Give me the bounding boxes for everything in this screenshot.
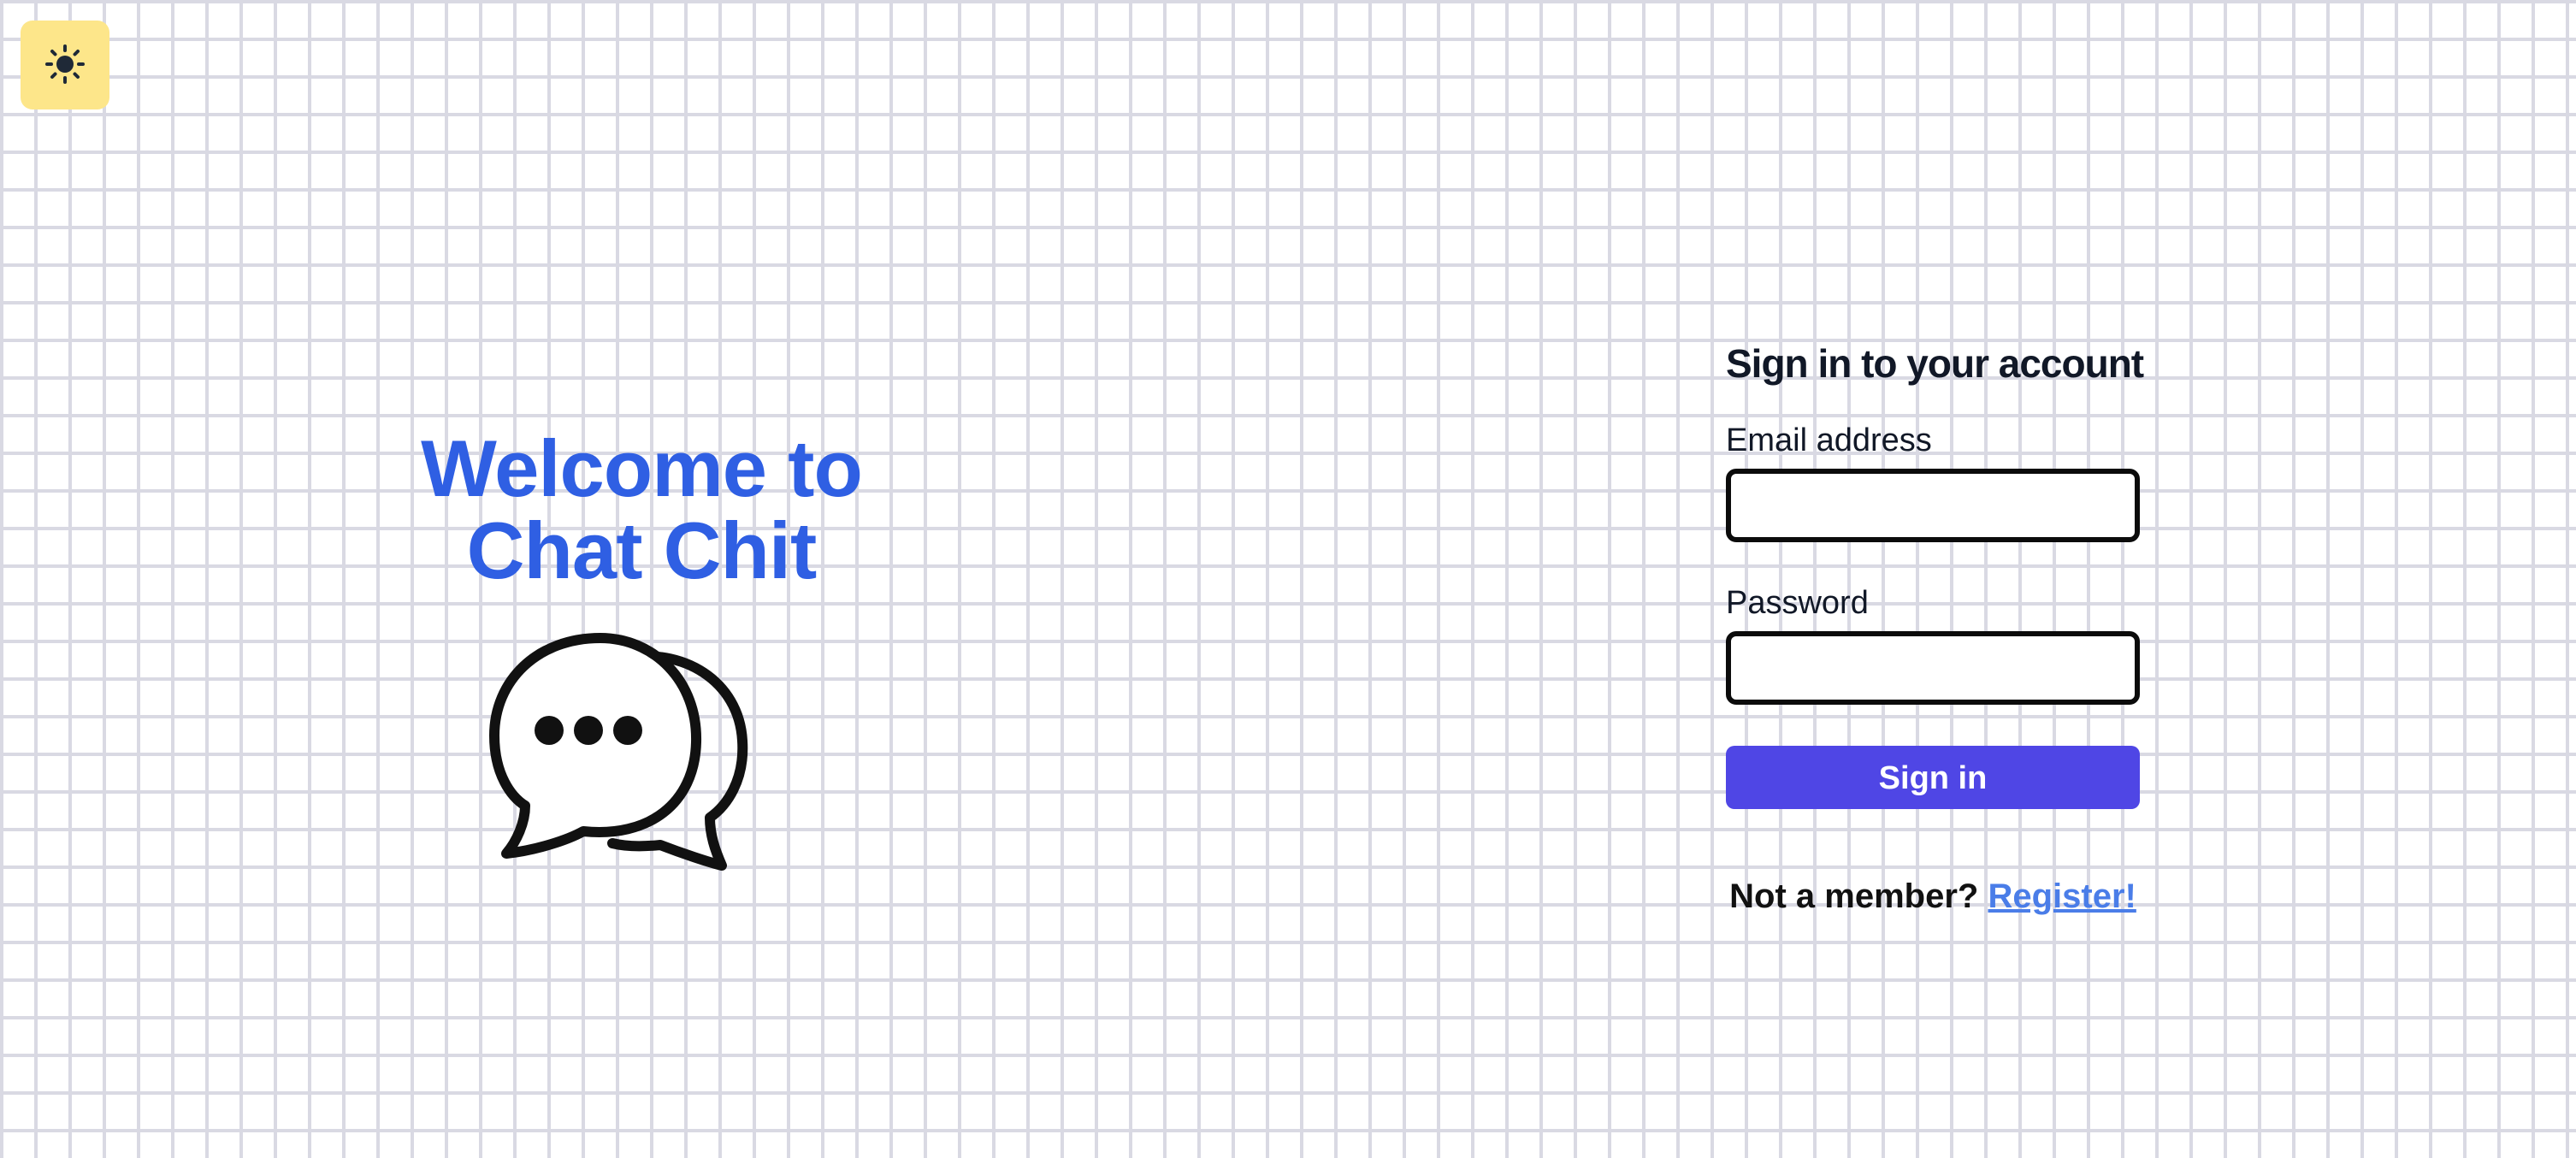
email-field[interactable] xyxy=(1726,469,2140,542)
email-label: Email address xyxy=(1726,422,1932,458)
signin-form: Sign in to your account Email address Pa… xyxy=(1726,335,2144,916)
chat-bubbles-icon xyxy=(486,629,753,874)
register-prompt-text: Not a member? xyxy=(1729,877,1979,915)
welcome-title-line2: Chat Chit xyxy=(466,505,818,595)
password-field[interactable] xyxy=(1726,631,2140,705)
welcome-title: Welcome to Chat Chit xyxy=(368,428,915,592)
password-label: Password xyxy=(1726,585,1869,621)
signin-heading: Sign in to your account xyxy=(1726,341,2144,386)
welcome-section: Welcome to Chat Chit xyxy=(368,428,915,592)
welcome-title-line1: Welcome to xyxy=(421,423,863,513)
register-prompt: Not a member? Register! xyxy=(1726,877,2140,916)
theme-toggle-button[interactable] xyxy=(21,21,109,109)
sun-icon xyxy=(44,44,86,87)
register-link[interactable]: Register! xyxy=(1988,877,2136,915)
signin-button[interactable]: Sign in xyxy=(1726,746,2140,809)
